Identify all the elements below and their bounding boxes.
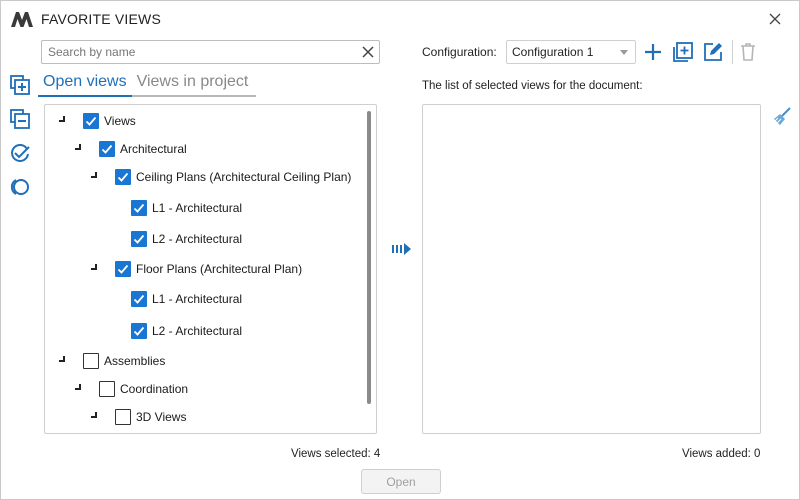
checkmark-icon: [101, 144, 113, 154]
selected-views-list[interactable]: [422, 104, 761, 434]
checkmark-icon: [133, 326, 145, 336]
favorite-views-window: FAVORITE VIEWS Open views Views in proje…: [0, 0, 800, 500]
add-icon[interactable]: [642, 41, 664, 63]
checkmark-icon: [117, 264, 129, 274]
tree-item-checkbox[interactable]: [83, 353, 99, 369]
tree-item-label: L2 - Architectural: [152, 324, 243, 338]
add-copy-icon[interactable]: [672, 41, 694, 63]
expander-icon[interactable]: [91, 172, 97, 178]
expander-icon[interactable]: [75, 144, 81, 150]
checkmark-icon: [133, 234, 145, 244]
tree-item-checkbox[interactable]: [115, 409, 131, 425]
checkmark-icon: [133, 203, 145, 213]
tree-item-label: Coordination: [120, 382, 189, 396]
views-selected-status: Views selected: 4: [291, 448, 381, 460]
tree-item-checkbox[interactable]: [99, 381, 115, 397]
remove-views-icon[interactable]: [9, 108, 31, 130]
tree-item-label: L2 - Architectural: [152, 232, 243, 246]
tab-views-in-project[interactable]: Views in project: [132, 72, 254, 95]
tree-item[interactable]: Assemblies: [59, 351, 166, 371]
close-icon: [769, 13, 781, 25]
move-right-icon[interactable]: [391, 242, 413, 256]
app-logo-icon: [11, 12, 33, 27]
tree-item-label: 3D Views: [136, 410, 187, 424]
expander-icon[interactable]: [59, 356, 65, 362]
add-views-icon[interactable]: [9, 74, 31, 96]
tree-item[interactable]: L1 - Architectural: [131, 289, 242, 309]
configuration-label: Configuration:: [422, 45, 497, 59]
window-title: FAVORITE VIEWS: [41, 11, 162, 27]
configuration-select[interactable]: Configuration 1: [506, 40, 636, 64]
tree-item-label: Architectural: [120, 142, 187, 156]
checkmark-icon: [133, 294, 145, 304]
open-button[interactable]: Open: [361, 469, 441, 494]
search-input[interactable]: [42, 41, 352, 63]
tree-scrollbar[interactable]: [367, 111, 371, 404]
tree-item[interactable]: 3D Views: [91, 407, 187, 427]
checkmark-icon: [85, 116, 97, 126]
tree-item[interactable]: Coordination: [75, 379, 189, 399]
expander-icon[interactable]: [91, 264, 97, 270]
toolbar-separator: [732, 40, 733, 64]
clear-selection-icon[interactable]: [9, 176, 31, 198]
edit-icon[interactable]: [702, 41, 724, 63]
tree-item-checkbox[interactable]: [131, 231, 147, 247]
tree-item[interactable]: Floor Plans (Architectural Plan): [91, 259, 303, 279]
views-added-status: Views added: 0: [682, 448, 761, 460]
tree-item-checkbox[interactable]: [131, 200, 147, 216]
configuration-value: Configuration 1: [512, 45, 594, 59]
expander-icon[interactable]: [91, 412, 97, 418]
tree-item-checkbox[interactable]: [99, 141, 115, 157]
clear-search-icon[interactable]: [361, 45, 375, 59]
tree-item-label: Ceiling Plans (Architectural Ceiling Pla…: [136, 170, 352, 184]
selected-views-label: The list of selected views for the docum…: [422, 80, 643, 92]
checkmark-icon: [117, 172, 129, 182]
tree-item-label: Assemblies: [104, 354, 166, 368]
tree-item-checkbox[interactable]: [115, 261, 131, 277]
view-source-tabs: Open views Views in project: [38, 72, 256, 97]
delete-icon[interactable]: [737, 41, 759, 63]
views-tree: Views Architectural Ceiling Plans (Archite…: [44, 104, 377, 434]
tab-open-views[interactable]: Open views: [38, 72, 132, 97]
close-button[interactable]: [765, 9, 785, 29]
chevron-down-icon: [620, 50, 628, 55]
broom-icon[interactable]: [772, 107, 792, 127]
tree-item[interactable]: L2 - Architectural: [131, 229, 242, 249]
tree-item-label: L1 - Architectural: [152, 292, 243, 306]
expander-icon[interactable]: [59, 116, 65, 122]
tree-item-checkbox[interactable]: [83, 113, 99, 129]
tree-item-checkbox[interactable]: [131, 291, 147, 307]
tree-item[interactable]: Views: [59, 111, 136, 131]
tree-item[interactable]: L1 - Architectural: [131, 198, 242, 218]
tree-item-label: Views: [104, 114, 136, 128]
tree-item-checkbox[interactable]: [115, 169, 131, 185]
tree-item[interactable]: Ceiling Plans (Architectural Ceiling Pla…: [91, 167, 352, 187]
tree-item-label: Floor Plans (Architectural Plan): [136, 262, 303, 276]
tree-item-label: L1 - Architectural: [152, 201, 243, 215]
tree-item[interactable]: L2 - Architectural: [131, 321, 242, 341]
check-all-icon[interactable]: [9, 142, 31, 164]
tree-item-checkbox[interactable]: [131, 323, 147, 339]
expander-icon[interactable]: [75, 384, 81, 390]
tree-item[interactable]: Architectural: [75, 139, 187, 159]
search-box: [41, 40, 380, 64]
